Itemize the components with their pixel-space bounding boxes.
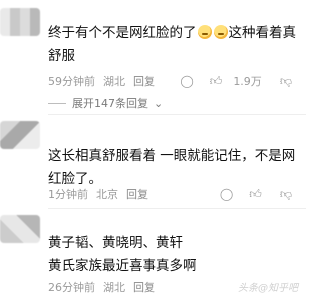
chevron-down-icon: ⌄: [154, 96, 164, 110]
comment-meta: 59分钟前 湖北 回复 ◯ 👍︎ 1.9万 👎︎: [48, 73, 300, 89]
comment-location: 北京: [96, 188, 118, 201]
thumbs-up-icon: 👍︎: [209, 74, 223, 88]
commenter-avatar[interactable]: [0, 215, 40, 243]
commenter-avatar[interactable]: [0, 8, 40, 36]
reply-button[interactable]: 回复: [133, 73, 155, 89]
divider: [48, 208, 306, 209]
reply-button[interactable]: 回复: [133, 279, 155, 295]
comment-time: 26分钟前: [48, 281, 95, 294]
comment-location: 湖北: [103, 281, 125, 294]
comment-text: 黄子韬、黄晓明、黄轩 黄氏家族最近喜事真多啊: [48, 232, 304, 278]
expand-line: [48, 102, 66, 104]
like-button[interactable]: 👍︎: [249, 188, 270, 200]
thumbs-down-icon[interactable]: 👎︎: [280, 75, 292, 87]
comment-line: 黄氏家族最近喜事真多啊: [48, 258, 197, 274]
comment-line: 黄子韬、黄晓明、黄轩: [48, 235, 183, 251]
share-icon[interactable]: ◯: [180, 75, 193, 87]
expand-replies-link[interactable]: 展开147条回复 ⌄: [48, 95, 163, 111]
emoji-icon: [213, 25, 228, 39]
like-count: 1.9万: [233, 75, 262, 88]
comment-meta: 1分钟前 北京 回复 ◯ 👍︎ 👎︎: [48, 186, 300, 202]
comment-location: 湖北: [103, 75, 125, 88]
watermark: 头条@知乎吧: [238, 283, 298, 294]
divider: [48, 114, 306, 115]
thumbs-down-icon[interactable]: 👎︎: [280, 188, 292, 200]
comment-time: 59分钟前: [48, 75, 95, 88]
share-icon[interactable]: ◯: [220, 188, 233, 200]
reply-button[interactable]: 回复: [126, 186, 148, 202]
like-button[interactable]: 👍︎ 1.9万: [210, 73, 270, 89]
expand-replies-label: 展开147条回复: [72, 97, 148, 110]
emoji-icon: [197, 25, 212, 39]
comment-time: 1分钟前: [48, 188, 88, 201]
comment-text: 这长相真舒服看着 一眼就能记住，不是网红脸了。: [48, 148, 296, 187]
comment-text: 终于有个不是网红脸的了 这种看着真舒服: [48, 22, 304, 68]
comment-text-part: 终于有个不是网红脸的了: [48, 25, 197, 41]
thumbs-up-icon: 👍︎: [249, 187, 262, 201]
commenter-avatar[interactable]: [0, 121, 40, 149]
